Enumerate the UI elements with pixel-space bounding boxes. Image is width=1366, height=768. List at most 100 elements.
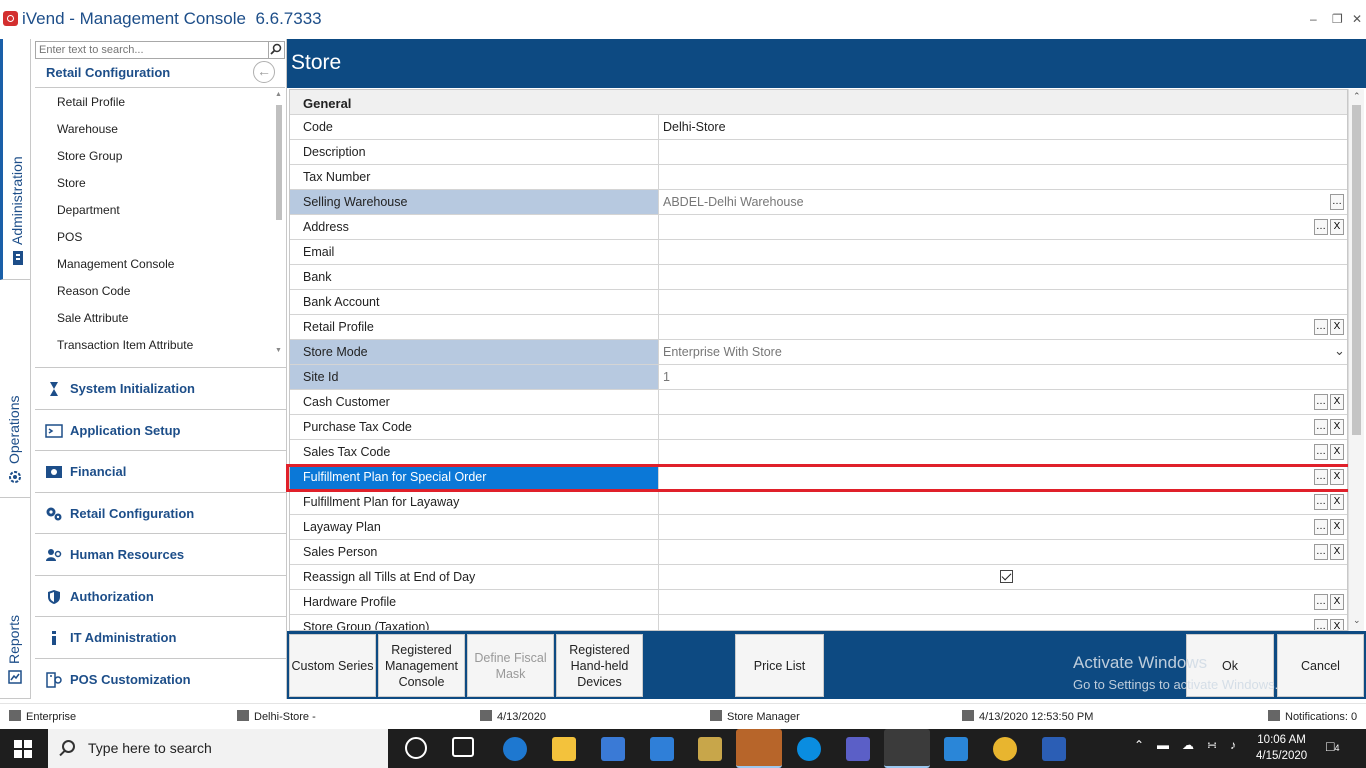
- property-row-sales-tax-code[interactable]: Sales Tax Code … X: [290, 440, 1347, 465]
- checkbox-checked[interactable]: [1000, 570, 1013, 583]
- nav-item-reason-code[interactable]: Reason Code: [57, 278, 277, 305]
- property-row-selling-warehouse[interactable]: Selling Warehouse ABDEL-Delhi Warehouse…: [290, 190, 1347, 215]
- task-view-icon[interactable]: [452, 737, 474, 757]
- nav-item-store-group[interactable]: Store Group: [57, 143, 277, 170]
- clear-button[interactable]: X: [1330, 619, 1344, 630]
- back-arrow-icon[interactable]: ←: [253, 61, 275, 83]
- grid-scrollbar[interactable]: ⌃ ⌄: [1348, 89, 1364, 631]
- volume-icon[interactable]: ♪: [1230, 738, 1236, 752]
- property-row-purchase-tax-code[interactable]: Purchase Tax Code … X: [290, 415, 1347, 440]
- property-row-description[interactable]: Description: [290, 140, 1347, 165]
- price-list-button[interactable]: Price List: [735, 634, 824, 697]
- clear-button[interactable]: X: [1330, 419, 1344, 435]
- property-row-store-group-taxation[interactable]: Store Group (Taxation) … X: [290, 615, 1347, 630]
- clear-button[interactable]: X: [1330, 394, 1344, 410]
- property-value[interactable]: Delhi-Store: [663, 115, 726, 139]
- group-header-general[interactable]: General: [290, 90, 1347, 115]
- ellipsis-button[interactable]: …: [1314, 544, 1328, 560]
- define-fiscal-mask-button[interactable]: Define Fiscal Mask: [467, 634, 554, 697]
- skype-business-taskbar-icon[interactable]: [736, 729, 782, 768]
- search-button[interactable]: [268, 42, 284, 58]
- close-icon[interactable]: ✕: [1352, 12, 1362, 26]
- tools-icon[interactable]: [698, 737, 722, 761]
- scroll-down-icon[interactable]: ▼: [275, 347, 282, 354]
- property-row-code[interactable]: Code Delhi-Store: [290, 115, 1347, 140]
- ellipsis-button[interactable]: …: [1314, 319, 1328, 335]
- ellipsis-button[interactable]: …: [1314, 394, 1328, 410]
- tab-reports[interactable]: Reports: [0, 498, 30, 699]
- action-center-icon[interactable]: □4: [1326, 738, 1339, 754]
- status-notifications[interactable]: Notifications: 0: [1268, 710, 1357, 723]
- clear-button[interactable]: X: [1330, 519, 1344, 535]
- property-row-email[interactable]: Email: [290, 240, 1347, 265]
- clear-button[interactable]: X: [1330, 544, 1344, 560]
- scroll-up-icon[interactable]: ⌃: [1353, 91, 1361, 102]
- module-it-administration[interactable]: IT Administration: [35, 616, 287, 658]
- file-explorer-icon[interactable]: [552, 737, 576, 761]
- clear-button[interactable]: X: [1330, 319, 1344, 335]
- nav-item-store[interactable]: Store: [57, 170, 277, 197]
- module-system-initialization[interactable]: System Initialization: [35, 367, 287, 409]
- tab-administration[interactable]: Administration: [0, 39, 30, 280]
- nav-item-sale-attribute[interactable]: Sale Attribute: [57, 305, 277, 332]
- tray-chevron-icon[interactable]: ⌃: [1134, 738, 1144, 752]
- taskbar-clock[interactable]: 10:06 AM 4/15/2020: [1256, 732, 1307, 764]
- nav-item-department[interactable]: Department: [57, 197, 277, 224]
- property-row-fulfillment-plan-for-layaway[interactable]: Fulfillment Plan for Layaway … X: [290, 490, 1347, 515]
- clear-button[interactable]: X: [1330, 494, 1344, 510]
- grid-scroll-thumb[interactable]: [1352, 105, 1361, 435]
- property-row-store-mode[interactable]: Store Mode Enterprise With Store ⌄: [290, 340, 1347, 365]
- module-financial[interactable]: Financial: [35, 450, 287, 492]
- module-human-resources[interactable]: Human Resources: [35, 533, 287, 575]
- module-retail-configuration[interactable]: Retail Configuration: [35, 491, 287, 534]
- word-icon[interactable]: [1042, 737, 1066, 761]
- nav-item-pos[interactable]: POS: [57, 224, 277, 251]
- registered-management-console-button[interactable]: Registered Management Console: [378, 634, 465, 697]
- ellipsis-button[interactable]: …: [1314, 444, 1328, 460]
- teams-icon[interactable]: [846, 737, 870, 761]
- cart-icon[interactable]: [944, 737, 968, 761]
- cortana-icon[interactable]: [405, 737, 427, 759]
- clear-button[interactable]: X: [1330, 594, 1344, 610]
- ellipsis-button[interactable]: …: [1314, 469, 1328, 485]
- module-application-setup[interactable]: Application Setup: [35, 408, 287, 451]
- property-row-retail-profile[interactable]: Retail Profile … X: [290, 315, 1347, 340]
- chrome-icon[interactable]: [993, 737, 1017, 761]
- module-authorization[interactable]: Authorization: [35, 574, 287, 617]
- scroll-up-icon[interactable]: ▲: [275, 91, 282, 98]
- cancel-button[interactable]: Cancel: [1277, 634, 1364, 697]
- ellipsis-button[interactable]: …: [1314, 494, 1328, 510]
- nav-search-input[interactable]: [36, 42, 268, 58]
- ellipsis-button[interactable]: …: [1330, 194, 1344, 210]
- clear-button[interactable]: X: [1330, 469, 1344, 485]
- nav-item-warehouse[interactable]: Warehouse: [57, 116, 277, 143]
- nav-scroll-thumb[interactable]: [276, 105, 282, 220]
- windows-start-icon[interactable]: [14, 740, 32, 758]
- ellipsis-button[interactable]: …: [1314, 419, 1328, 435]
- property-row-fulfillment-plan-for-special-order[interactable]: Fulfillment Plan for Special Order … X: [290, 465, 1347, 490]
- custom-series-button[interactable]: Custom Series: [289, 634, 376, 697]
- nav-item-management-console[interactable]: Management Console: [57, 251, 277, 278]
- ellipsis-button[interactable]: …: [1314, 594, 1328, 610]
- property-row-hardware-profile[interactable]: Hardware Profile … X: [290, 590, 1347, 615]
- nav-item-transaction-item-attribute[interactable]: Transaction Item Attribute: [57, 332, 277, 359]
- property-row-bank-account[interactable]: Bank Account: [290, 290, 1347, 315]
- ellipsis-button[interactable]: …: [1314, 219, 1328, 235]
- property-row-layaway-plan[interactable]: Layaway Plan … X: [290, 515, 1347, 540]
- mail-icon[interactable]: [650, 737, 674, 761]
- property-row-reassign-all-tills-at-end-of-day[interactable]: Reassign all Tills at End of Day: [290, 565, 1347, 590]
- edge-icon[interactable]: [503, 737, 527, 761]
- property-row-cash-customer[interactable]: Cash Customer … X: [290, 390, 1347, 415]
- wifi-icon[interactable]: ∺: [1207, 738, 1217, 752]
- cloud-icon[interactable]: ☁: [1182, 738, 1194, 752]
- registered-handheld-devices-button[interactable]: Registered Hand-held Devices: [556, 634, 643, 697]
- property-row-sales-person[interactable]: Sales Person … X: [290, 540, 1347, 565]
- property-row-address[interactable]: Address … X: [290, 215, 1347, 240]
- nav-item-retail-profile[interactable]: Retail Profile: [57, 89, 277, 116]
- restore-icon[interactable]: ❐: [1332, 12, 1343, 26]
- ellipsis-button[interactable]: …: [1314, 619, 1328, 630]
- skype-icon[interactable]: [797, 737, 821, 761]
- property-row-site-id[interactable]: Site Id 1: [290, 365, 1347, 390]
- scroll-down-icon[interactable]: ⌄: [1353, 615, 1361, 626]
- property-row-bank[interactable]: Bank: [290, 265, 1347, 290]
